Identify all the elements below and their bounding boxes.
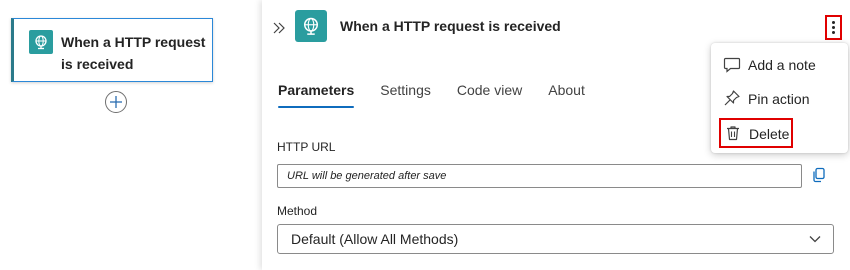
tab-about[interactable]: About: [548, 82, 585, 108]
method-label: Method: [277, 204, 318, 218]
designer-canvas: When a HTTP request is received: [0, 0, 262, 270]
double-chevron-right-icon[interactable]: [271, 20, 287, 36]
tab-code-view[interactable]: Code view: [457, 82, 522, 108]
tab-bar: Parameters Settings Code view About: [278, 82, 611, 108]
http-url-field[interactable]: URL will be generated after save: [277, 164, 802, 188]
trash-icon: [727, 126, 739, 141]
plus-icon[interactable]: [105, 91, 127, 113]
copy-icon[interactable]: [810, 166, 828, 184]
tab-settings[interactable]: Settings: [380, 82, 431, 108]
pin-icon: [724, 90, 740, 106]
tab-parameters[interactable]: Parameters: [278, 82, 355, 108]
method-dropdown[interactable]: Default (Allow All Methods): [277, 224, 834, 254]
http-request-icon: [295, 10, 327, 42]
menu-item-label: Pin action: [748, 91, 810, 107]
menu-item-delete[interactable]: Delete: [719, 118, 793, 148]
menu-item-pin-action[interactable]: Pin action: [711, 84, 848, 114]
trigger-title: When a HTTP request is received: [61, 34, 206, 72]
more-vertical-icon[interactable]: [825, 15, 842, 40]
action-context-menu: Add a note Pin action Delete: [711, 43, 848, 153]
chevron-down-icon: [809, 236, 821, 243]
menu-item-label: Delete: [749, 126, 790, 142]
menu-item-label: Add a note: [748, 57, 816, 73]
panel-title: When a HTTP request is received: [340, 18, 561, 34]
menu-item-add-note[interactable]: Add a note: [711, 50, 848, 80]
method-value: Default (Allow All Methods): [291, 231, 459, 247]
http-request-icon: [29, 30, 53, 54]
http-url-label: HTTP URL: [277, 140, 336, 154]
trigger-card[interactable]: When a HTTP request is received: [11, 18, 213, 82]
note-icon: [723, 57, 741, 73]
